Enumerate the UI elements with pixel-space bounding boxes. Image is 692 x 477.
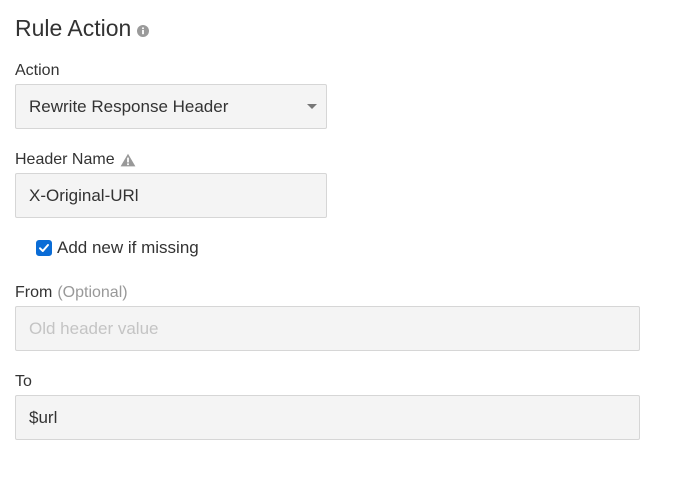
info-icon[interactable] bbox=[137, 24, 150, 37]
to-input[interactable]: $url bbox=[15, 395, 640, 440]
header-name-input[interactable]: X-Original-URl bbox=[15, 173, 327, 218]
add-if-missing-checkbox[interactable] bbox=[36, 240, 52, 256]
action-selected-value: Rewrite Response Header bbox=[29, 96, 229, 116]
rule-action-panel: Rule Action Action Rewrite Response Head… bbox=[0, 0, 692, 477]
action-label: Action bbox=[15, 61, 59, 81]
from-placeholder: Old header value bbox=[29, 318, 159, 338]
warning-triangle-icon[interactable] bbox=[120, 153, 136, 167]
from-label-text: From bbox=[15, 284, 53, 301]
action-label-text: Action bbox=[15, 62, 60, 79]
add-if-missing-label[interactable]: Add new if missing bbox=[57, 238, 199, 258]
from-input[interactable]: Old header value bbox=[15, 306, 640, 351]
panel-header: Rule Action bbox=[15, 12, 150, 44]
header-name-label: Header Name bbox=[15, 150, 136, 170]
header-name-label-text: Header Name bbox=[15, 151, 115, 168]
panel-title: Rule Action bbox=[15, 14, 132, 41]
from-optional-note: (Optional) bbox=[57, 284, 128, 301]
to-label: To bbox=[15, 372, 32, 392]
action-select[interactable]: Rewrite Response Header bbox=[15, 84, 327, 129]
header-name-value: X-Original-URl bbox=[29, 185, 139, 205]
checkmark-icon bbox=[39, 244, 49, 252]
caret-down-icon bbox=[307, 104, 317, 109]
from-label: From (Optional) bbox=[15, 283, 128, 303]
to-value: $url bbox=[29, 407, 58, 427]
to-label-text: To bbox=[15, 373, 32, 390]
add-if-missing-row[interactable]: Add new if missing bbox=[36, 236, 199, 260]
